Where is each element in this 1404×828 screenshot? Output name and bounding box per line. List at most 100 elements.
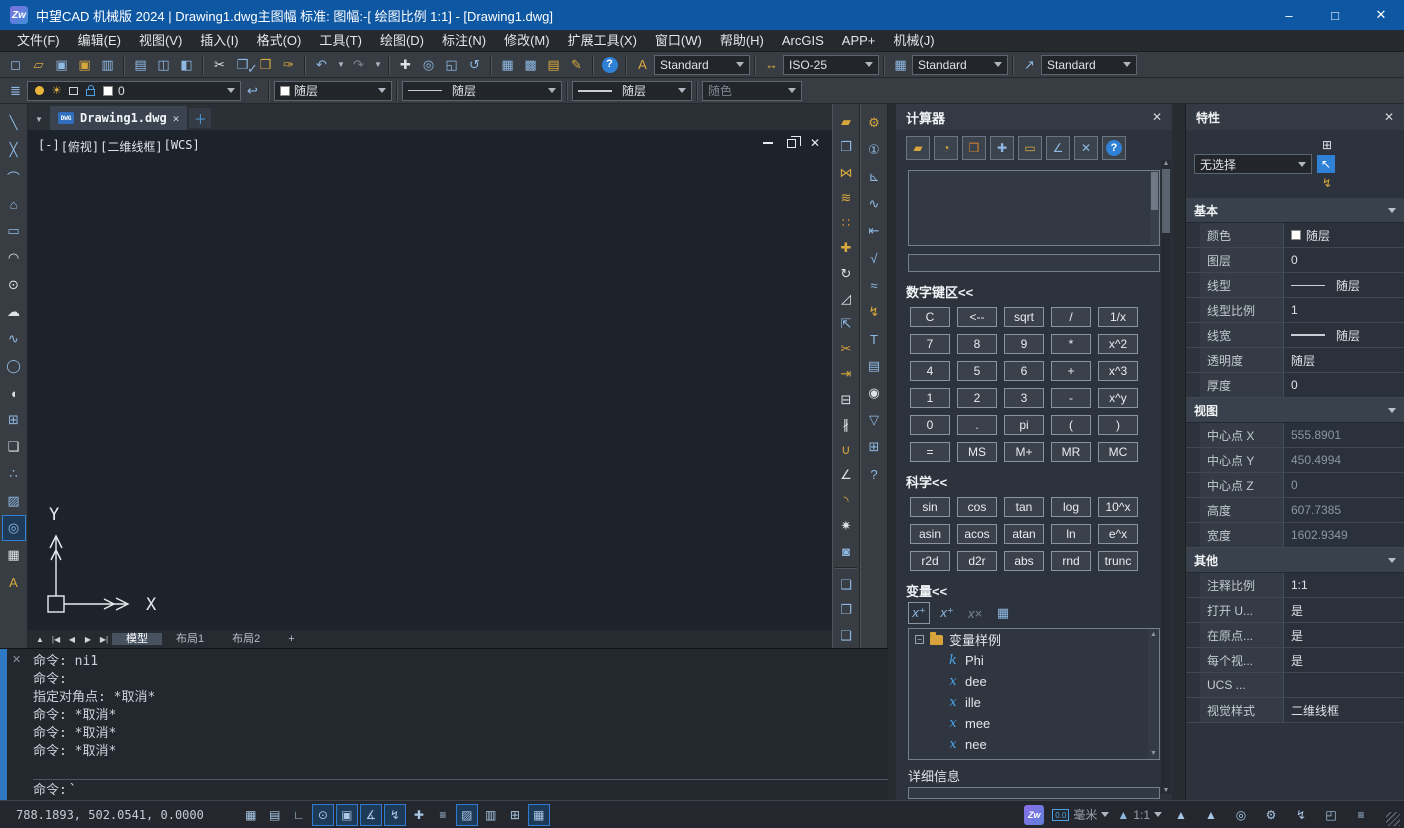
sci-key-log[interactable]: log [1051,497,1091,517]
sci-key-e^x[interactable]: e^x [1098,524,1138,544]
variables-section-header[interactable]: 变量<< [896,571,1172,600]
calc-key-MC[interactable]: MC [1098,442,1138,462]
region-tool[interactable]: ◎ [2,515,26,541]
property-value-color[interactable]: 随层 [1284,223,1404,247]
table-style-dropdown[interactable]: Standard [912,55,1008,75]
insert-block-tool[interactable]: ⊞ [2,407,26,433]
extend-tool[interactable]: ⇥ [834,362,858,386]
window-minimize-button[interactable]: – [1266,0,1312,30]
plot-preview-icon[interactable]: ◫ [152,54,175,76]
calc-key-sqrt[interactable]: sqrt [1004,307,1044,327]
property-value-ucs-name[interactable] [1284,673,1404,697]
redo-icon-dropdown[interactable]: ▼ [372,54,384,76]
calc-key-1[interactable]: 1 [910,388,950,408]
object-snap-toggle[interactable]: ▣ [336,804,358,826]
dim-style-dropdown[interactable]: ISO-25 [783,55,879,75]
tool-palettes-icon[interactable]: ▤ [542,54,565,76]
scale-tool[interactable]: ◿ [834,287,858,311]
isolate-objects-icon[interactable]: ◎ [1230,804,1252,826]
variable-item-ille[interactable]: xille [909,692,1159,713]
mleader-style-dropdown[interactable]: Standard [1041,55,1137,75]
property-value-ucs-at-origin[interactable]: 是 [1284,623,1404,647]
window-maximize-button[interactable]: □ [1312,0,1358,30]
format-painter-icon[interactable]: ✑ [277,54,300,76]
calc-key-x^y[interactable]: x^y [1098,388,1138,408]
sci-key-abs[interactable]: abs [1004,551,1044,571]
visibility-icon[interactable]: ◉ [862,380,886,406]
calc-clear-icon[interactable]: ▰ [906,136,930,160]
calc-key-/[interactable]: / [1051,307,1091,327]
join-tool[interactable]: ∪ [834,438,858,462]
document-tab[interactable]: DWG Drawing1.dwg ✕ [50,106,187,130]
layout-first-icon[interactable]: |◀ [48,635,64,644]
design-center-icon[interactable]: ▩ [519,54,542,76]
plot-icon[interactable]: ▤ [129,54,152,76]
keypad-section-header[interactable]: 数字键区<< [896,272,1172,305]
zoom-window-icon[interactable]: ◱ [440,54,463,76]
ortho-toggle[interactable]: ∟ [288,804,310,826]
calc-key-0[interactable]: 0 [910,415,950,435]
section-line-icon[interactable]: ≈ [862,272,886,298]
copy-sheet-icon[interactable]: ⊞ [862,434,886,460]
copy-tool[interactable]: ❐ [834,135,858,159]
calc-angle-icon[interactable]: ∠ [1046,136,1070,160]
break-tool[interactable]: ∦ [834,413,858,437]
property-value-center-x[interactable]: 555.8901 [1284,423,1404,447]
units-widget[interactable]: 0.0 毫米 [1052,806,1109,823]
spline-tool[interactable]: ∿ [2,326,26,352]
menubar-item-dimension[interactable]: 标注(N) [433,30,495,51]
viewport-min-control[interactable]: [-] [38,138,60,155]
tab-list-menu-icon[interactable]: ▼ [30,108,48,130]
polyline-tool[interactable]: ⌒ [2,164,26,190]
calc-intersection-icon[interactable]: ✕ [1074,136,1098,160]
selection-cycling-toggle[interactable]: ⊞ [504,804,526,826]
sci-key-asin[interactable]: asin [910,524,950,544]
layout-tab-模型[interactable]: 模型 [112,633,162,645]
collapse-icon[interactable]: − [915,635,924,644]
calc-key-)[interactable]: ) [1098,415,1138,435]
document-restore-icon[interactable] [787,139,796,148]
calc-key-<--[interactable]: <-- [957,307,997,327]
sci-key-d2r[interactable]: d2r [957,551,997,571]
sci-key-rnd[interactable]: rnd [1051,551,1091,571]
property-value-transparency[interactable]: 随层 [1284,348,1404,372]
calc-key-2[interactable]: 2 [957,388,997,408]
sci-key-sin[interactable]: sin [910,497,950,517]
mtext-tool[interactable]: A [2,569,26,595]
calc-key-*[interactable]: * [1051,334,1091,354]
calc-key-pi[interactable]: pi [1004,415,1044,435]
calc-key--[interactable]: - [1051,388,1091,408]
reference-icon[interactable]: ✎ [565,54,588,76]
arc-tool[interactable]: ◠ [2,245,26,271]
detail-view-icon[interactable]: ① [862,137,886,163]
calc-key-1/x[interactable]: 1/x [1098,307,1138,327]
menubar-item-view[interactable]: 视图(V) [130,30,191,51]
undo-icon[interactable]: ↶ [310,54,333,76]
make-object-layer-current-icon[interactable]: ✓ [241,58,264,80]
selection-dropdown[interactable]: 无选择 [1194,154,1312,174]
property-value-layer[interactable]: 0 [1284,248,1404,272]
annotation-visibility-icon[interactable]: ▲ [1170,804,1192,826]
axis-icon[interactable]: ⊾ [862,164,886,190]
menubar-item-window[interactable]: 窗口(W) [646,30,711,51]
blend-tool[interactable]: ✷ [834,514,858,538]
cut-icon[interactable]: ✂ [208,54,231,76]
property-value-center-y[interactable]: 450.4994 [1284,448,1404,472]
customization-menu-icon[interactable]: ≡ [1350,804,1372,826]
ellipse-tool[interactable]: ◯ [2,353,26,379]
model-space-toggle[interactable]: ▦ [528,804,550,826]
property-value-width[interactable]: 1602.9349 [1284,523,1404,547]
redo-icon[interactable]: ↷ [347,54,370,76]
undo-icon-dropdown[interactable]: ▼ [335,54,347,76]
pan-icon[interactable]: ✚ [394,54,417,76]
rotate-tool[interactable]: ↻ [834,261,858,285]
delete-variable-icon[interactable]: x× [964,602,986,624]
sci-key-ln[interactable]: ln [1051,524,1091,544]
mech-help-icon[interactable]: ? [862,461,886,487]
property-value-annotation-scale[interactable]: 1:1 [1284,573,1404,597]
balloon-icon[interactable]: ▽ [862,407,886,433]
layout-prev-icon[interactable]: ◀ [64,635,80,644]
grid-toggle[interactable]: ▤ [264,804,286,826]
menubar-item-edit[interactable]: 编辑(E) [69,30,130,51]
calculator-history-scrollbar[interactable] [1150,171,1159,245]
